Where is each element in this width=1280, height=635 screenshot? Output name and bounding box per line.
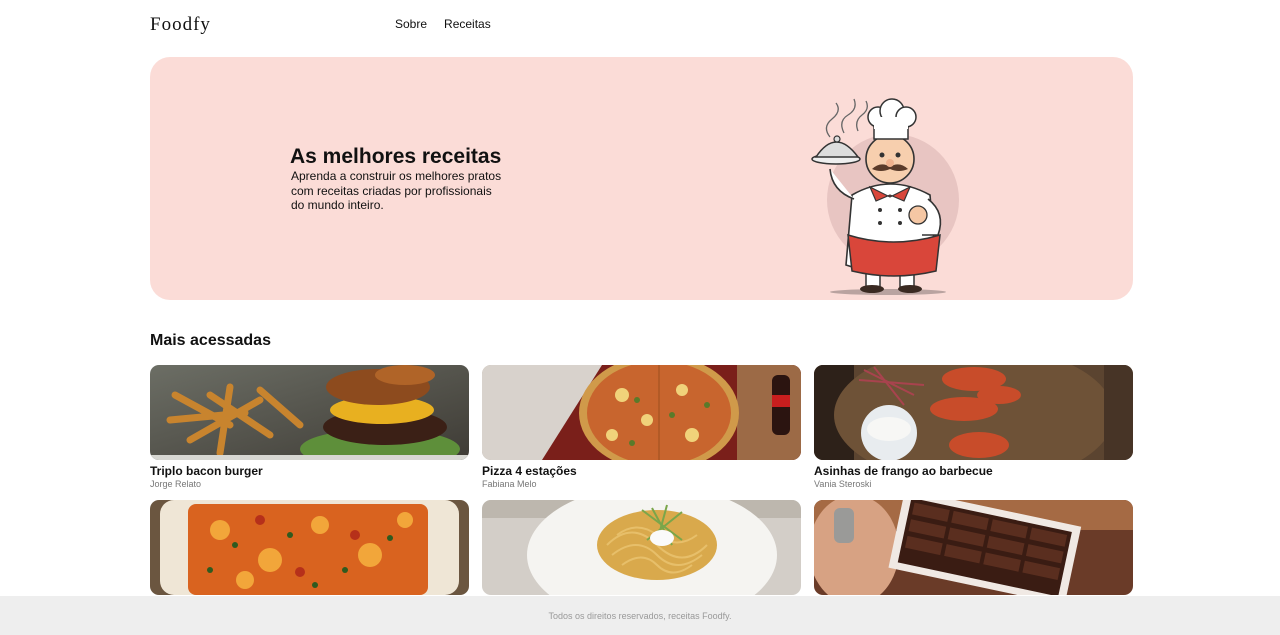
main-nav: Sobre Receitas [395,17,491,31]
chef-illustration [811,98,959,295]
recipe-card[interactable] [482,500,801,599]
lasagna-photo [150,500,469,595]
recipe-title: Asinhas de frango ao barbecue [814,464,993,478]
recipe-card[interactable] [814,500,1133,599]
recipe-card[interactable]: Asinhas de frango ao barbecue Vania Ster… [814,365,1133,489]
hero-title: As melhores receitas [290,145,502,168]
hero-description: Aprenda a construir os melhores pratos c… [291,169,502,212]
section-title: Mais acessadas [150,332,271,349]
site-footer: Todos os direitos reservados, receitas F… [0,596,1280,635]
recipe-author: Vania Steroski [814,479,872,489]
nav-link-receitas[interactable]: Receitas [444,17,491,31]
recipe-author: Fabiana Melo [482,479,537,489]
recipe-title: Pizza 4 estações [482,464,577,478]
recipe-card[interactable]: Pizza 4 estações Fabiana Melo [482,365,801,489]
logo[interactable]: Foodfy [150,14,211,36]
burger-photo [150,365,469,460]
spaghetti-photo [482,500,801,595]
chicken-wings-photo [814,365,1133,460]
recipe-card[interactable] [150,500,469,599]
nav-link-sobre[interactable]: Sobre [395,17,427,31]
recipe-author: Jorge Relato [150,479,202,489]
recipe-card[interactable]: Triplo bacon burger Jorge Relato [150,365,469,489]
chocolates-photo [814,500,1133,595]
site-header: Foodfy Sobre Receitas [0,0,1280,50]
pizza-photo [482,365,801,460]
hero-banner: As melhores receitas Aprenda a construir… [150,57,1133,300]
footer-text: Todos os direitos reservados, receitas F… [548,610,732,621]
recipe-title: Triplo bacon burger [150,464,263,478]
